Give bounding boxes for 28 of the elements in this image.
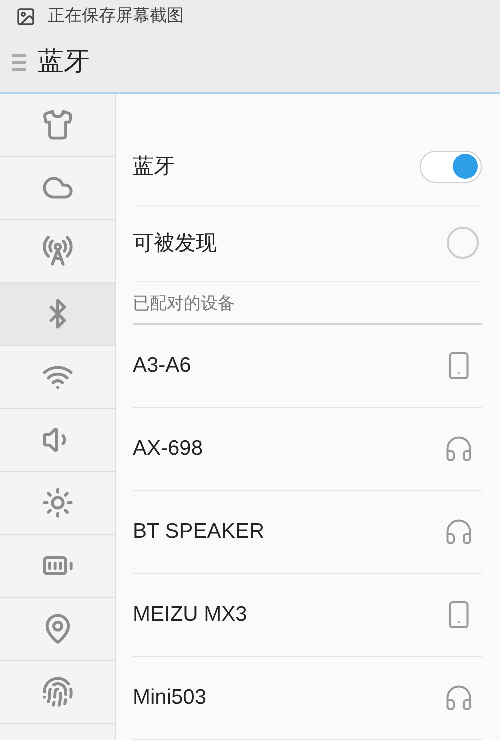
setting-label: 可被发现 [133, 230, 217, 257]
sun-icon [42, 487, 74, 519]
image-icon [16, 6, 36, 26]
device-row[interactable]: AX-698 [133, 408, 482, 491]
antenna-icon [42, 235, 74, 267]
headphones-icon [444, 517, 474, 547]
device-name: BT SPEAKER [133, 519, 264, 546]
setting-label: 蓝牙 [133, 152, 175, 180]
setting-row[interactable]: 蓝牙 [133, 128, 482, 206]
page-title: 蓝牙 [38, 46, 90, 79]
device-name: MEIZU MX3 [133, 602, 248, 628]
sidebar-item[interactable] [0, 283, 115, 346]
shirt-icon [42, 109, 74, 141]
device-name: AX-698 [133, 436, 204, 462]
status-text: 正在保存屏幕截图 [48, 4, 184, 28]
device-row[interactable]: A3-A6 [133, 325, 482, 408]
headphones-icon [444, 683, 474, 713]
fingerprint-icon [42, 676, 74, 708]
device-name: Mini503 [133, 685, 207, 712]
setting-row[interactable]: 可被发现 [133, 206, 482, 282]
headphones-icon [444, 434, 474, 464]
device-row[interactable]: Mini503 [133, 657, 482, 740]
device-row[interactable]: BT SPEAKER [133, 491, 482, 574]
device-row[interactable]: MEIZU MX3 [133, 574, 482, 657]
device-name: A3-A6 [133, 353, 192, 380]
radio-button[interactable] [447, 227, 479, 260]
toggle-switch[interactable] [420, 150, 482, 183]
section-header: 已配对的设备 [133, 292, 235, 316]
